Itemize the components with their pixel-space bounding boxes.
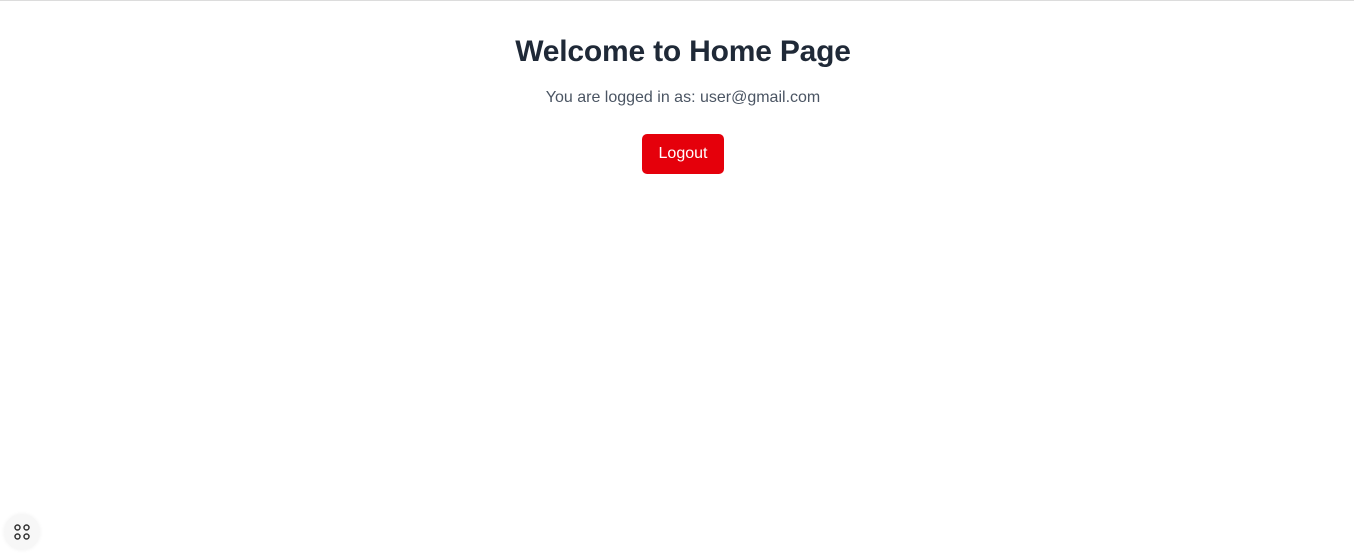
floating-grid-button[interactable] [4, 514, 40, 550]
grid-icon [13, 523, 31, 541]
top-border [0, 0, 1354, 1]
page-title: Welcome to Home Page [515, 35, 851, 68]
logout-button[interactable]: Logout [642, 134, 724, 174]
logged-in-text: You are logged in as: user@gmail.com [545, 89, 821, 106]
